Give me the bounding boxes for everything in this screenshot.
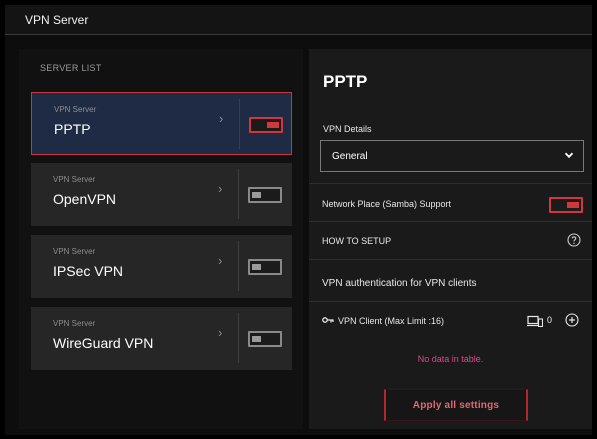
server-card-name: PPTP — [54, 121, 91, 137]
server-list-panel: SERVER LIST VPN Server PPTP › VPN Server… — [19, 49, 303, 429]
how-to-setup-row[interactable]: HOW TO SETUP — [309, 221, 592, 259]
card-divider — [238, 241, 239, 291]
server-card-ipsec[interactable]: VPN Server IPSec VPN › — [31, 235, 292, 298]
server-enable-toggle[interactable] — [248, 187, 282, 203]
chevron-right-icon[interactable]: › — [219, 111, 223, 126]
toggle-knob — [252, 264, 261, 270]
server-card-subtitle: VPN Server — [53, 319, 96, 328]
server-enable-toggle[interactable] — [248, 331, 282, 347]
samba-support-row: Network Place (Samba) Support — [309, 183, 592, 221]
server-detail-panel: PPTP VPN Details General Network Place (… — [309, 49, 592, 429]
empty-table-message: No data in table. — [417, 354, 484, 364]
apply-all-settings-button[interactable]: Apply all settings — [384, 389, 528, 421]
chevron-right-icon[interactable]: › — [218, 253, 222, 268]
card-divider — [238, 313, 239, 363]
server-card-pptp[interactable]: VPN Server PPTP › — [31, 92, 292, 155]
help-icon[interactable] — [567, 233, 581, 247]
chevron-down-icon — [564, 152, 574, 159]
toggle-knob — [252, 192, 261, 198]
vpn-server-window: VPN Server SERVER LIST VPN Server PPTP ›… — [5, 5, 592, 435]
vpn-client-row: VPN Client (Max Limit :16) 0 — [309, 301, 592, 341]
server-list-heading: SERVER LIST — [40, 63, 102, 73]
vpn-details-label: VPN Details — [323, 124, 372, 134]
server-card-subtitle: VPN Server — [53, 175, 96, 184]
server-enable-toggle[interactable] — [248, 259, 282, 275]
server-card-subtitle: VPN Server — [53, 247, 96, 256]
vpn-auth-row: VPN authentication for VPN clients — [309, 259, 592, 301]
samba-support-label: Network Place (Samba) Support — [322, 199, 452, 209]
vpn-details-value: General — [332, 151, 368, 162]
toggle-knob — [567, 202, 579, 208]
title-bar: VPN Server — [5, 5, 592, 35]
add-circle-icon[interactable] — [565, 313, 579, 327]
server-card-name: IPSec VPN — [53, 263, 124, 279]
server-card-name: WireGuard VPN — [53, 335, 154, 351]
how-to-setup-label: HOW TO SETUP — [322, 236, 392, 246]
samba-support-toggle[interactable] — [549, 197, 583, 213]
server-card-name: OpenVPN — [53, 191, 117, 207]
detail-title: PPTP — [323, 72, 368, 91]
vpn-client-count: 0 — [547, 315, 553, 325]
chevron-right-icon[interactable]: › — [218, 181, 222, 196]
apply-button-label: Apply all settings — [412, 400, 500, 411]
chevron-right-icon[interactable]: › — [218, 325, 222, 340]
toggle-knob — [267, 122, 279, 128]
server-enable-toggle[interactable] — [249, 117, 283, 133]
card-divider — [239, 99, 240, 149]
server-card-openvpn[interactable]: VPN Server OpenVPN › — [31, 163, 292, 226]
key-icon — [322, 317, 334, 323]
toggle-knob — [252, 336, 261, 342]
window-title: VPN Server — [25, 13, 89, 27]
vpn-client-label: VPN Client (Max Limit :16) — [338, 316, 445, 326]
server-card-subtitle: VPN Server — [54, 105, 97, 114]
server-card-wireguard[interactable]: VPN Server WireGuard VPN › — [31, 307, 292, 370]
devices-icon — [527, 315, 543, 327]
vpn-auth-label: VPN authentication for VPN clients — [322, 278, 477, 289]
card-divider — [238, 169, 239, 219]
vpn-details-select[interactable]: General — [320, 140, 584, 172]
